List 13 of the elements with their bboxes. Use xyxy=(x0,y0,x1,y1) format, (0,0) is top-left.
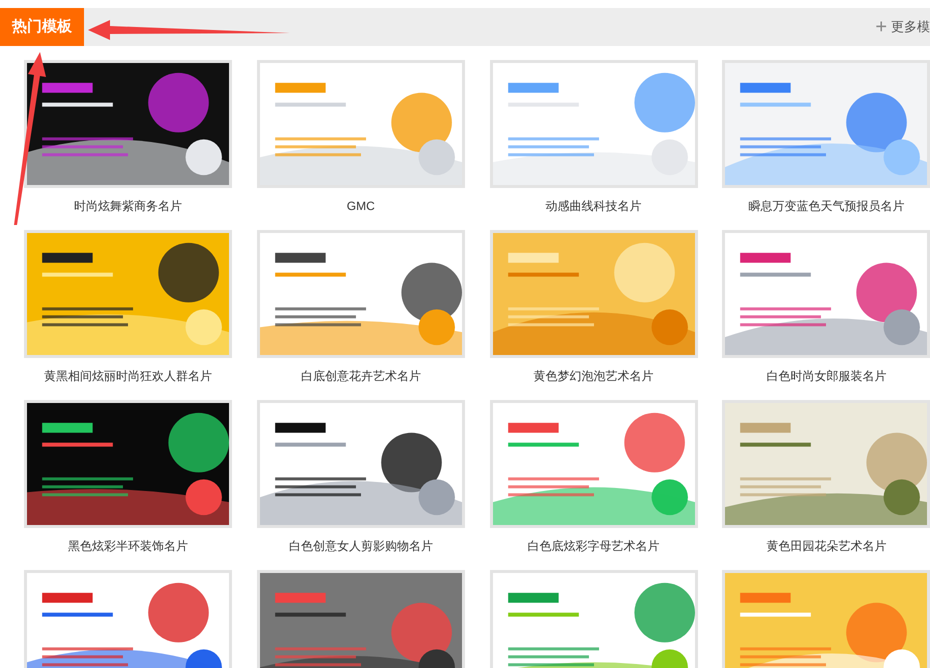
template-caption[interactable]: 黄色梦幻泡泡艺术名片 xyxy=(490,367,698,385)
template-caption[interactable]: GMC xyxy=(256,197,465,215)
template-caption[interactable]: 瞬息万变蓝色天气预报员名片 xyxy=(722,197,930,215)
template-caption[interactable]: 白底创意花卉艺术名片 xyxy=(256,367,465,385)
template-caption[interactable]: 黑色炫彩半环装饰名片 xyxy=(24,537,232,555)
template-caption[interactable]: 动感曲线科技名片 xyxy=(490,197,698,215)
template-caption[interactable]: 白色底炫彩字母艺术名片 xyxy=(490,537,698,555)
more-templates-link[interactable]: + 更多模 xyxy=(875,8,930,46)
template-caption[interactable]: 白色时尚女郎服装名片 xyxy=(722,367,930,385)
template-caption[interactable]: 黄黑相间炫丽时尚狂欢人群名片 xyxy=(24,367,232,385)
template-caption[interactable]: 时尚炫舞紫商务名片 xyxy=(24,197,232,215)
template-caption[interactable]: 黄色田园花朵艺术名片 xyxy=(722,537,930,555)
template-caption[interactable]: 白色创意女人剪影购物名片 xyxy=(256,537,465,555)
